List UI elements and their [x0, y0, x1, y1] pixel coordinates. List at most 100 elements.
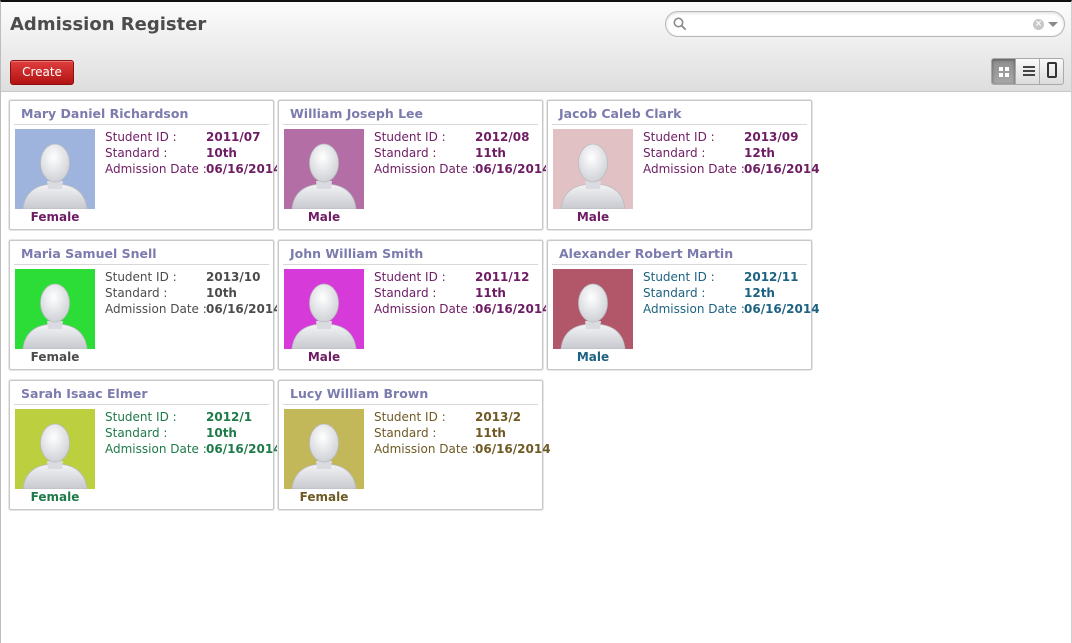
avatar-placeholder-icon	[553, 269, 633, 349]
student-id-label: Student ID :	[105, 410, 177, 424]
student-id-label: Student ID :	[643, 270, 715, 284]
avatar-placeholder-icon	[15, 129, 95, 209]
avatar-placeholder-icon	[15, 409, 95, 489]
student-photo	[553, 129, 633, 209]
standard-label: Standard :	[374, 286, 437, 300]
avatar-placeholder-icon	[284, 129, 364, 209]
page-title: Admission Register	[10, 14, 207, 35]
student-photo	[284, 269, 364, 349]
student-photo	[284, 129, 364, 209]
gender-label: Male	[576, 350, 610, 364]
card-divider	[552, 124, 807, 125]
admission-date-label: Admission Date :	[643, 302, 745, 316]
student-card[interactable]: Lucy William Brown Female Student ID: 2…	[278, 380, 551, 510]
student-card[interactable]: Maria Samuel Snell Female Student ID: 2…	[9, 240, 282, 370]
kanban-grid-icon	[999, 67, 1009, 77]
standard-value: 11th	[475, 146, 506, 160]
admission-date-label: Admission Date :	[105, 442, 207, 456]
admission-date-value: 06/16/2014	[206, 302, 282, 316]
student-photo	[15, 409, 95, 489]
admission-date-label: Admission Date :	[643, 162, 745, 176]
student-id-value: 2012/1	[206, 410, 253, 424]
admission-date-value: 06/16/2014	[475, 162, 551, 176]
student-name[interactable]: Jacob Caleb Clark	[559, 106, 681, 121]
student-card[interactable]: Sarah Isaac Elmer Female Student ID: 20…	[9, 380, 282, 510]
standard-value: 10th	[206, 286, 237, 300]
clear-search-icon[interactable]: ×	[1033, 19, 1044, 30]
standard-label: Standard :	[374, 426, 437, 440]
student-name[interactable]: John William Smith	[290, 246, 423, 261]
gender-label: Female	[30, 350, 80, 364]
standard-label: Standard :	[105, 286, 168, 300]
avatar-placeholder-icon	[284, 269, 364, 349]
standard-value: 12th	[744, 286, 775, 300]
gender-label: Female	[30, 210, 80, 224]
control-panel: Admission Register × Create	[1, 2, 1071, 92]
standard-label: Standard :	[105, 426, 168, 440]
student-id-value: 2011/12	[475, 270, 530, 284]
card-divider	[552, 264, 807, 265]
card-divider	[14, 404, 269, 405]
standard-value: 10th	[206, 146, 237, 160]
search-input[interactable]	[692, 15, 1022, 33]
student-photo	[284, 409, 364, 489]
avatar-placeholder-icon	[15, 269, 95, 349]
form-view-button[interactable]	[1040, 59, 1063, 84]
student-name[interactable]: Mary Daniel Richardson	[21, 106, 188, 121]
student-card[interactable]: Alexander Robert Martin Male Student ID …	[547, 240, 820, 370]
card-divider	[14, 124, 269, 125]
gender-label: Female	[299, 490, 349, 504]
standard-label: Standard :	[643, 146, 706, 160]
student-id-label: Student ID :	[374, 410, 446, 424]
student-name[interactable]: William Joseph Lee	[290, 106, 423, 121]
list-lines-icon	[1023, 66, 1035, 77]
student-photo	[553, 269, 633, 349]
student-card[interactable]: Jacob Caleb Clark Male Student ID: 2013…	[547, 100, 820, 230]
create-button[interactable]: Create	[10, 60, 74, 85]
view-switcher	[991, 58, 1064, 85]
admission-date-value: 06/16/2014	[475, 302, 551, 316]
admission-date-value: 06/16/2014	[206, 442, 282, 456]
student-id-label: Student ID :	[105, 130, 177, 144]
standard-label: Standard :	[105, 146, 168, 160]
search-box[interactable]: ×	[665, 11, 1065, 37]
avatar-placeholder-icon	[553, 129, 633, 209]
student-card[interactable]: John William Smith Male Student ID: 201…	[278, 240, 551, 370]
student-id-value: 2013/2	[475, 410, 522, 424]
search-options-dropdown-icon[interactable]	[1048, 22, 1058, 27]
student-name[interactable]: Sarah Isaac Elmer	[21, 386, 148, 401]
student-id-value: 2013/10	[206, 270, 261, 284]
student-id-label: Student ID :	[374, 270, 446, 284]
student-name[interactable]: Alexander Robert Martin	[559, 246, 733, 261]
admission-date-label: Admission Date :	[374, 302, 476, 316]
student-id-label: Student ID :	[105, 270, 177, 284]
gender-label: Male	[307, 210, 341, 224]
kanban-view-button[interactable]	[992, 59, 1016, 84]
admission-date-label: Admission Date :	[105, 162, 207, 176]
student-id-value: 2012/08	[475, 130, 530, 144]
card-divider	[14, 264, 269, 265]
student-photo	[15, 129, 95, 209]
student-id-value: 2011/07	[206, 130, 261, 144]
admission-date-label: Admission Date :	[374, 442, 476, 456]
gender-label: Male	[576, 210, 610, 224]
student-id-value: 2012/11	[744, 270, 799, 284]
admission-date-label: Admission Date :	[374, 162, 476, 176]
avatar-placeholder-icon	[284, 409, 364, 489]
student-id-value: 2013/09	[744, 130, 799, 144]
student-card[interactable]: William Joseph Lee Male Student ID: 201…	[278, 100, 551, 230]
student-card[interactable]: Mary Daniel Richardson Female Student ID…	[9, 100, 282, 230]
standard-value: 11th	[475, 426, 506, 440]
student-name[interactable]: Maria Samuel Snell	[21, 246, 157, 261]
admission-date-value: 06/16/2014	[744, 302, 820, 316]
card-divider	[283, 404, 538, 405]
standard-value: 11th	[475, 286, 506, 300]
admission-date-value: 06/16/2014	[744, 162, 820, 176]
gender-label: Female	[30, 490, 80, 504]
search-icon	[673, 17, 687, 31]
student-id-label: Student ID :	[374, 130, 446, 144]
standard-value: 10th	[206, 426, 237, 440]
student-name[interactable]: Lucy William Brown	[290, 386, 428, 401]
list-view-button[interactable]	[1016, 59, 1040, 84]
standard-label: Standard :	[643, 286, 706, 300]
